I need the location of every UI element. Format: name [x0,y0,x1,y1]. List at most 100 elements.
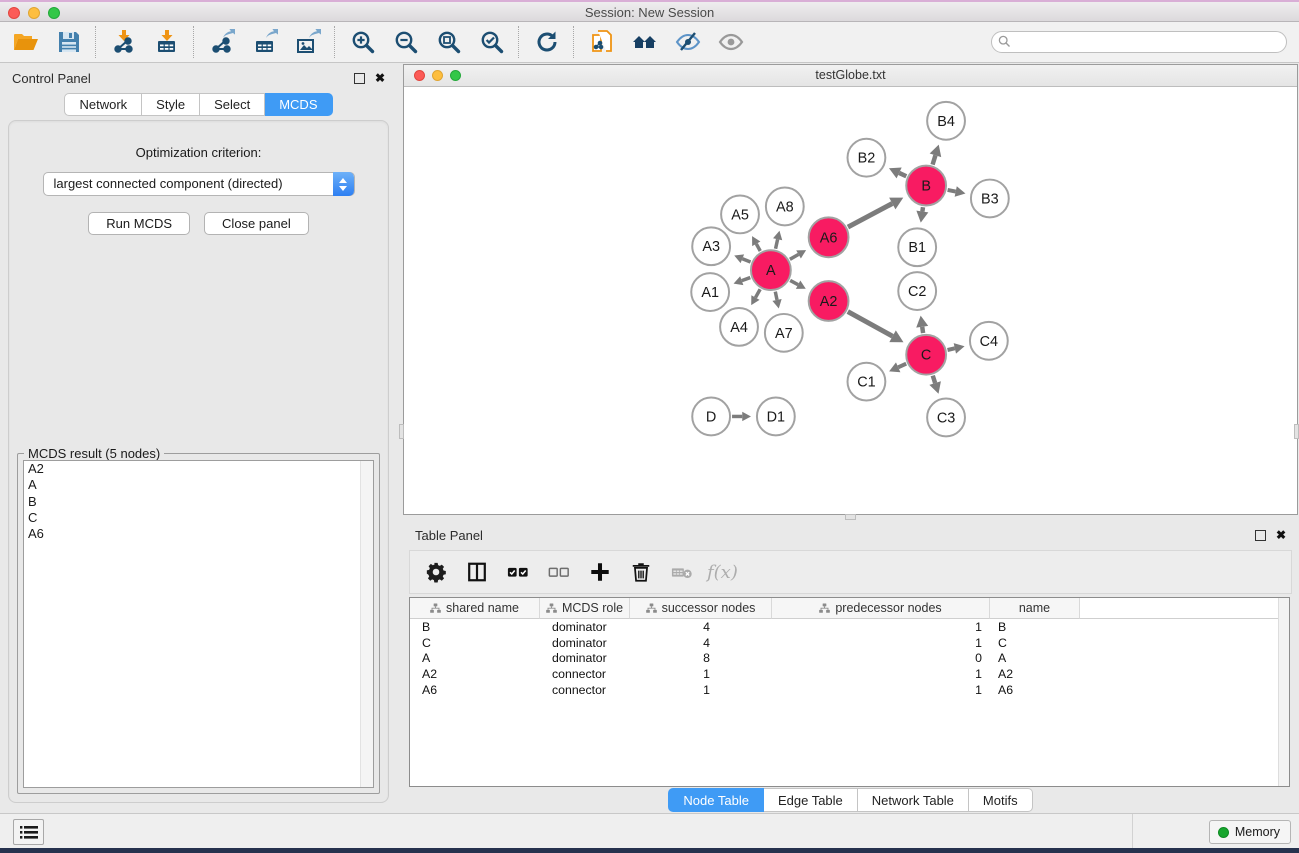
graph-node-B[interactable]: B [906,166,946,206]
tab-mcds[interactable]: MCDS [265,93,332,116]
network-graph[interactable]: AA5A8A3A1A4A7A6A2BB2B4B3B1CC2C4C1C3DD1 [404,87,1297,514]
table-cell[interactable]: connector [540,682,630,698]
table-cell[interactable]: 1 [630,666,772,682]
refresh-icon[interactable] [533,29,560,56]
column-header-predecessor-nodes[interactable]: predecessor nodes [772,598,990,619]
table-float-panel-icon[interactable] [1255,530,1266,541]
tab-node-table[interactable]: Node Table [668,788,764,812]
show-panels-button[interactable] [13,819,44,845]
table-row[interactable]: A2connector11A2 [410,666,1289,682]
network-overview-icon[interactable] [631,29,658,56]
columns-icon[interactable] [465,560,489,584]
run-mcds-button[interactable]: Run MCDS [88,212,190,235]
table-cell[interactable]: A [990,651,1080,667]
table-cell[interactable]: A [410,651,540,667]
column-header-successor-nodes[interactable]: successor nodes [630,598,772,619]
save-icon[interactable] [55,29,82,56]
edge-C-C3[interactable] [933,376,935,383]
settings-icon[interactable] [424,560,448,584]
edge-A-A5[interactable] [756,244,760,251]
table-cell[interactable]: B [990,619,1080,635]
graph-node-B2[interactable]: B2 [848,139,886,177]
tab-network-table[interactable]: Network Table [858,788,969,812]
edge-A6-B[interactable] [848,203,892,227]
table-cell[interactable]: connector [540,666,630,682]
import-table-icon[interactable] [153,29,180,56]
edge-A-A6[interactable] [790,254,799,259]
table-cell[interactable]: dominator [540,651,630,667]
table-cell[interactable]: A2 [410,666,540,682]
graph-node-D1[interactable]: D1 [757,398,795,436]
tab-select[interactable]: Select [200,93,265,116]
edge-B-B1[interactable] [922,207,923,211]
graph-node-C4[interactable]: C4 [970,322,1008,360]
edge-C-C1[interactable] [898,364,906,368]
edge-B-B3[interactable] [948,190,956,192]
hide-graphics-eye-icon[interactable] [717,29,744,56]
edge-A-A1[interactable] [742,278,751,281]
table-cell[interactable]: 1 [772,682,990,698]
edge-C-C2[interactable] [922,327,923,333]
mcds-result-item[interactable]: C [24,510,373,526]
toggle-graphics-details-icon[interactable] [674,29,701,56]
graph-node-A8[interactable]: A8 [766,188,804,226]
table-row[interactable]: Bdominator41B [410,619,1289,635]
edge-A-A4[interactable] [755,289,760,297]
graph-node-A3[interactable]: A3 [692,227,730,265]
table-cell[interactable]: C [990,635,1080,651]
memory-button[interactable]: Memory [1209,820,1291,844]
tab-style[interactable]: Style [142,93,200,116]
graph-node-A6[interactable]: A6 [809,217,849,257]
table-cell[interactable]: C [410,635,540,651]
duplicate-network-icon[interactable] [588,29,615,56]
table-cell[interactable]: 1 [772,619,990,635]
criterion-dropdown[interactable]: largest connected component (directed) [43,172,355,196]
graph-node-C[interactable]: C [906,335,946,375]
graph-node-C3[interactable]: C3 [927,399,965,437]
table-row[interactable]: A6connector11A6 [410,682,1289,698]
mcds-list-scrollbar[interactable] [360,461,373,787]
zoom-selected-icon[interactable] [478,29,505,56]
graph-node-A1[interactable]: A1 [691,273,729,311]
search-input[interactable] [991,31,1287,53]
edge-A-A7[interactable] [775,292,777,300]
import-network-icon[interactable] [110,29,137,56]
edge-B-B4[interactable] [933,155,936,164]
tab-edge-table[interactable]: Edge Table [764,788,858,812]
tab-motifs[interactable]: Motifs [969,788,1033,812]
mcds-result-list[interactable]: A2ABCA6 [23,460,374,788]
graph-node-C1[interactable]: C1 [848,363,886,401]
graph-node-D[interactable]: D [692,398,730,436]
close-panel-button[interactable]: Close panel [204,212,309,235]
table-cell[interactable]: 8 [630,651,772,667]
table-close-panel-icon[interactable]: ✖ [1276,530,1286,540]
table-cell[interactable]: 1 [772,635,990,651]
mcds-result-item[interactable]: A [24,477,373,493]
graph-node-C2[interactable]: C2 [898,272,936,310]
table-cell[interactable]: A6 [410,682,540,698]
graph-node-B3[interactable]: B3 [971,180,1009,218]
zoom-fit-icon[interactable] [435,29,462,56]
table-cell[interactable]: 4 [630,635,772,651]
deselect-all-icon[interactable] [547,560,571,584]
table-cell[interactable]: 0 [772,651,990,667]
column-header-MCDS-role[interactable]: MCDS role [540,598,630,619]
column-header-name[interactable]: name [990,598,1080,619]
table-cell[interactable]: 1 [630,682,772,698]
edge-A-A2[interactable] [790,280,798,284]
open-icon[interactable] [12,29,39,56]
table-row[interactable]: Adominator80A [410,651,1289,667]
left-splitter-grip[interactable] [399,424,404,439]
table-cell[interactable]: 4 [630,619,772,635]
edge-A-A3[interactable] [742,259,750,262]
table-scrollbar[interactable] [1278,598,1289,786]
select-all-icon[interactable] [506,560,530,584]
edge-B-B2[interactable] [899,173,906,176]
edge-C-C4[interactable] [948,348,955,350]
graph-node-B1[interactable]: B1 [898,228,936,266]
table-cell[interactable]: dominator [540,635,630,651]
mcds-result-item[interactable]: B [24,494,373,510]
edge-A-A8[interactable] [776,239,778,248]
mcds-result-item[interactable]: A2 [24,461,373,477]
graph-node-A2[interactable]: A2 [809,281,849,321]
